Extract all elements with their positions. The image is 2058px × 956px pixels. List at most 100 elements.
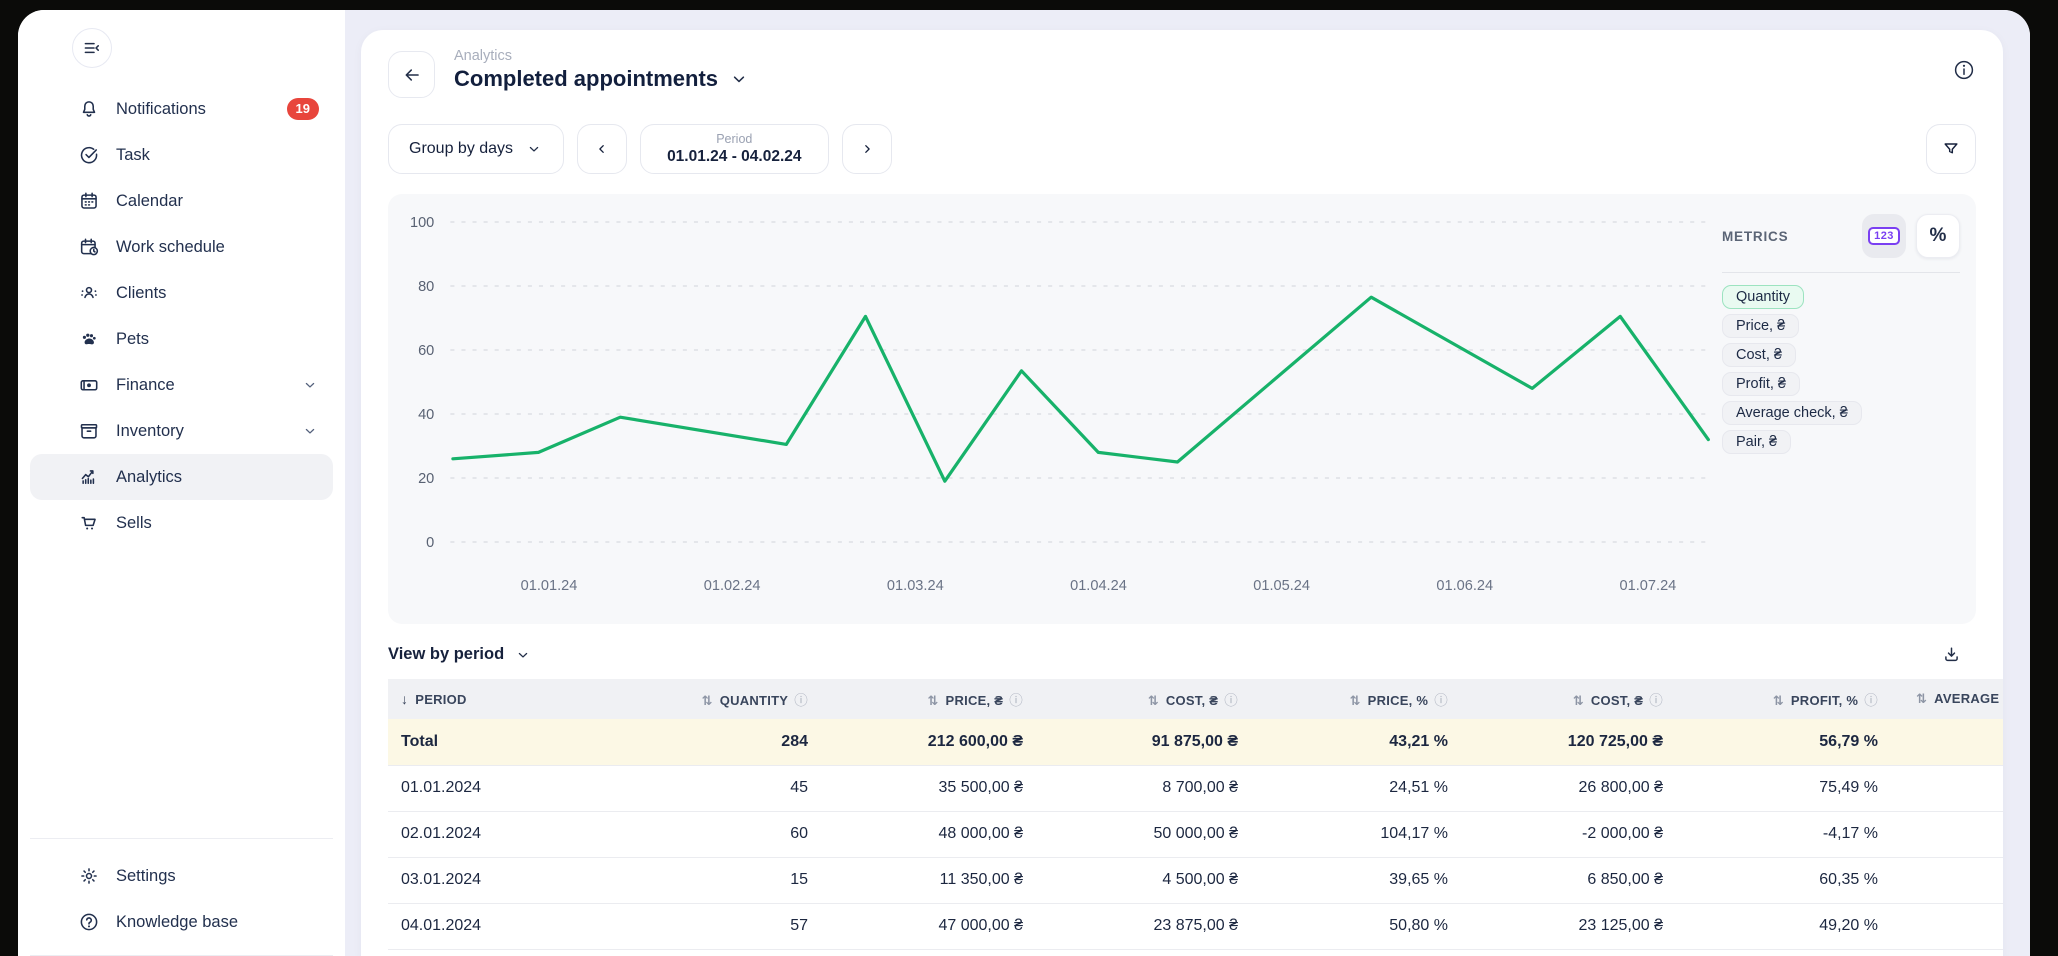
info-icon[interactable]: ⓘ xyxy=(1864,693,1878,708)
sidebar-item-settings[interactable]: Settings xyxy=(30,853,333,899)
sidebar-item-label: Inventory xyxy=(116,422,285,441)
sort-icon[interactable]: ↓ xyxy=(401,691,408,707)
value-cell: 120 725,00 ₴ xyxy=(1473,719,1688,765)
sidebar-item-label: Settings xyxy=(116,867,319,886)
clients-icon xyxy=(78,282,100,304)
filter-icon xyxy=(1941,139,1961,159)
value-cell: 104,17 % xyxy=(1263,811,1473,857)
info-icon[interactable]: ⓘ xyxy=(1009,693,1023,708)
column-label: PERIOD xyxy=(415,692,466,707)
column-header-period[interactable]: ↓ PERIOD xyxy=(388,679,688,719)
sidebar-item-knowledge-base[interactable]: Knowledge base xyxy=(30,899,333,945)
sort-icon[interactable]: ⇅ xyxy=(1773,693,1784,708)
column-header-price[interactable]: ⇅PRICE, %ⓘ xyxy=(1263,679,1473,719)
sidebar-item-notifications[interactable]: Notifications19 xyxy=(30,86,333,132)
sidebar-nav: Notifications19TaskCalendarWork schedule… xyxy=(30,86,333,546)
sidebar-item-task[interactable]: Task xyxy=(30,132,333,178)
metric-chip-pair[interactable]: Pair, ₴ xyxy=(1722,430,1791,454)
value-cell: 23 875,00 ₴ xyxy=(1048,903,1263,949)
info-icon[interactable]: ⓘ xyxy=(794,693,808,708)
metrics-percent-toggle[interactable]: % xyxy=(1916,214,1960,258)
download-button[interactable] xyxy=(1941,644,1962,665)
sidebar-item-work-schedule[interactable]: Work schedule xyxy=(30,224,333,270)
value-cell: 60,35 % xyxy=(1688,857,1903,903)
sort-icon[interactable]: ⇅ xyxy=(1916,691,1927,706)
sort-icon[interactable]: ⇅ xyxy=(1349,693,1360,708)
column-header-price[interactable]: ⇅PRICE, ₴ⓘ xyxy=(833,679,1048,719)
column-header-cost[interactable]: ⇅COST, ₴ⓘ xyxy=(1473,679,1688,719)
view-by-dropdown[interactable]: View by period xyxy=(388,645,532,664)
table-row: 03.01.20241511 350,00 ₴4 500,00 ₴39,65 %… xyxy=(388,857,2003,903)
column-header-average-c[interactable]: ⇅ AVERAGE C xyxy=(1903,679,2003,719)
metric-chip-average-check[interactable]: Average check, ₴ xyxy=(1722,401,1862,425)
sort-icon[interactable]: ⇅ xyxy=(927,693,938,708)
metrics-title: METRICS xyxy=(1722,229,1788,244)
table-scroll-area[interactable]: ↓PERIOD⇅QUANTITYⓘ⇅PRICE, ₴ⓘ⇅COST, ₴ⓘ⇅PRI… xyxy=(388,679,2003,950)
previous-period-button[interactable] xyxy=(577,124,627,174)
svg-text:01.01.24: 01.01.24 xyxy=(521,578,578,594)
collapse-sidebar-button[interactable] xyxy=(72,28,112,68)
sidebar-item-label: Finance xyxy=(116,376,285,395)
sidebar-item-analytics[interactable]: Analytics xyxy=(30,454,333,500)
column-label: QUANTITY xyxy=(720,693,789,708)
title-dropdown-chevron-icon[interactable] xyxy=(728,68,750,90)
value-cell: 8 700,00 ₴ xyxy=(1048,765,1263,811)
sort-icon[interactable]: ⇅ xyxy=(1148,693,1159,708)
calendar-icon xyxy=(78,190,100,212)
period-cell: 02.01.2024 xyxy=(388,811,688,857)
column-label: AVERAGE C xyxy=(1934,691,2003,706)
value-cell: 212 600,00 ₴ xyxy=(833,719,1048,765)
settings-icon xyxy=(78,865,100,887)
column-label: COST, ₴ xyxy=(1166,693,1218,708)
info-icon[interactable]: ⓘ xyxy=(1434,693,1448,708)
sort-icon[interactable]: ⇅ xyxy=(1573,693,1584,708)
chevron-right-icon xyxy=(858,140,876,158)
page-info-icon[interactable] xyxy=(1952,58,1976,82)
filter-button[interactable] xyxy=(1926,124,1976,174)
period-selector[interactable]: Period 01.01.24 - 04.02.24 xyxy=(640,124,828,174)
info-icon[interactable]: ⓘ xyxy=(1649,693,1663,708)
app-window: Notifications19TaskCalendarWork schedule… xyxy=(18,10,2030,956)
svg-text:01.05.24: 01.05.24 xyxy=(1253,578,1310,594)
inventory-icon xyxy=(78,420,100,442)
table-total-row: Total284212 600,00 ₴91 875,00 ₴43,21 %12… xyxy=(388,719,2003,765)
value-cell: -2 000,00 ₴ xyxy=(1473,811,1688,857)
sidebar: Notifications19TaskCalendarWork schedule… xyxy=(18,10,345,956)
table-row: 04.01.20245747 000,00 ₴23 875,00 ₴50,80 … xyxy=(388,903,2003,949)
sidebar-item-calendar[interactable]: Calendar xyxy=(30,178,333,224)
sort-icon[interactable]: ⇅ xyxy=(702,693,713,708)
info-icon[interactable]: ⓘ xyxy=(1224,693,1238,708)
svg-text:01.07.24: 01.07.24 xyxy=(1620,578,1677,594)
value-cell: 39,65 % xyxy=(1263,857,1473,903)
sidebar-item-label: Analytics xyxy=(116,468,319,487)
back-button[interactable] xyxy=(388,51,435,98)
column-header-profit[interactable]: ⇅PROFIT, %ⓘ xyxy=(1688,679,1903,719)
value-cell: 91 875,00 ₴ xyxy=(1048,719,1263,765)
metric-chip-quantity[interactable]: Quantity xyxy=(1722,285,1804,309)
period-value: 01.01.24 - 04.02.24 xyxy=(667,147,801,166)
sidebar-item-finance[interactable]: Finance xyxy=(30,362,333,408)
metrics-panel: METRICS 123 % Quantity Price, ₴ Cost, ₴ Pro… xyxy=(1722,214,1960,454)
column-header-quantity[interactable]: ⇅ QUANTITY ⓘ xyxy=(688,679,833,719)
metrics-numbers-toggle[interactable]: 123 xyxy=(1862,214,1906,258)
next-period-button[interactable] xyxy=(842,124,892,174)
chevron-down-icon xyxy=(301,376,319,394)
column-header-cost[interactable]: ⇅ COST, ₴ ⓘ xyxy=(1048,679,1263,719)
sidebar-item-clients[interactable]: Clients xyxy=(30,270,333,316)
notifications-icon xyxy=(78,98,100,120)
sidebar-item-sells[interactable]: Sells xyxy=(30,500,333,546)
group-by-dropdown[interactable]: Group by days xyxy=(388,124,564,174)
numbers-icon: 123 xyxy=(1868,227,1900,245)
chevron-down-icon xyxy=(525,140,543,158)
value-cell xyxy=(1903,811,2003,857)
svg-text:40: 40 xyxy=(418,407,434,423)
table-body: Total284212 600,00 ₴91 875,00 ₴43,21 %12… xyxy=(388,719,2003,949)
breadcrumb: Analytics xyxy=(454,48,750,64)
metric-chip-cost[interactable]: Cost, ₴ xyxy=(1722,343,1796,367)
metric-chip-profit[interactable]: Profit, ₴ xyxy=(1722,372,1800,396)
sidebar-item-pets[interactable]: Pets xyxy=(30,316,333,362)
sidebar-item-inventory[interactable]: Inventory xyxy=(30,408,333,454)
sidebar-item-label: Notifications xyxy=(116,100,271,119)
period-cell: Total xyxy=(388,719,688,765)
metric-chip-price[interactable]: Price, ₴ xyxy=(1722,314,1799,338)
